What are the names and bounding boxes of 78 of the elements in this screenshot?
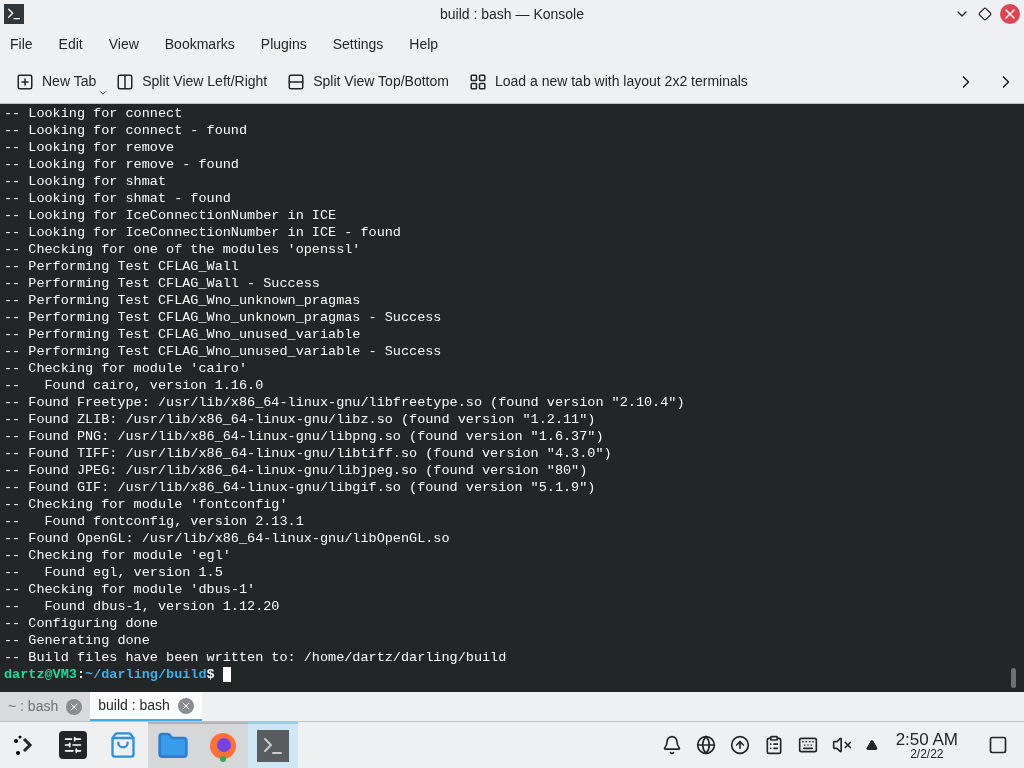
close-icon[interactable] bbox=[1000, 4, 1020, 24]
menu-item[interactable]: Settings bbox=[332, 33, 384, 55]
terminal-line: -- Found PNG: /usr/lib/x86_64-linux-gnu/libpng.so (found version "1.6.37") bbox=[4, 428, 605, 445]
clock-time: 2:50 AM bbox=[895, 730, 958, 748]
terminal-line: -- Found fontconfig, version 2.13.1 bbox=[4, 513, 305, 530]
terminal-line: -- Build files have been written to: /home/dartz/darling/build bbox=[4, 649, 508, 666]
terminal-line: -- Performing Test CFLAG_Wno_unused_variable - Success bbox=[4, 343, 443, 360]
terminal-line: -- Checking for module 'dbus-1' bbox=[4, 581, 257, 598]
menu-item[interactable]: Edit bbox=[58, 33, 83, 55]
terminal-line: -- Looking for connect bbox=[4, 105, 184, 122]
terminal-line: -- Found OpenGL: /usr/lib/x86_64-linux-gnu/libOpenGL.so bbox=[4, 530, 451, 547]
scrollbar-handle[interactable] bbox=[1011, 668, 1016, 688]
toolbar-button[interactable]: New Tab bbox=[16, 71, 97, 92]
prompt-separator: : bbox=[76, 666, 86, 683]
dropdown-icon bbox=[98, 88, 109, 98]
terminal-line: -- Found dbus-1, version 1.12.20 bbox=[4, 598, 281, 615]
keyboard-icon[interactable] bbox=[797, 735, 818, 755]
menu-item[interactable]: Plugins bbox=[260, 33, 307, 55]
terminal-line: -- Performing Test CFLAG_Wno_unused_variable bbox=[4, 326, 362, 343]
toolbar-icon bbox=[287, 72, 306, 91]
terminal-line: -- Performing Test CFLAG_Wall bbox=[4, 258, 240, 275]
terminal-line: -- Looking for shmat bbox=[4, 173, 168, 190]
sliders-icon bbox=[59, 731, 87, 759]
terminal-line: -- Generating done bbox=[4, 632, 151, 649]
terminal-icon bbox=[257, 730, 289, 762]
terminal-line: -- Found cairo, version 1.16.0 bbox=[4, 377, 265, 394]
terminal-line: -- Found JPEG: /usr/lib/x86_64-linux-gnu/libjpeg.so (found version "80") bbox=[4, 462, 589, 479]
expand-tray-icon[interactable] bbox=[865, 739, 878, 751]
terminal-line: -- Checking for module 'fontconfig' bbox=[4, 496, 289, 513]
terminal-line: -- Looking for connect - found bbox=[4, 122, 249, 139]
toolbar-button[interactable]: Split View Top/Bottom bbox=[287, 71, 449, 92]
toolbar-icon bbox=[468, 72, 487, 91]
terminal-line: -- Looking for shmat - found bbox=[4, 190, 232, 207]
menu-item[interactable]: View bbox=[108, 33, 139, 55]
window-title: build : bash — Konsole bbox=[440, 4, 584, 24]
terminal-line: -- Checking for module 'egl' bbox=[4, 547, 232, 564]
muted-speaker-icon[interactable] bbox=[831, 735, 852, 755]
fox-globe-icon bbox=[207, 730, 239, 762]
clock-date: 2/2/22 bbox=[910, 747, 944, 760]
close-tab-icon[interactable] bbox=[177, 697, 194, 714]
toolbar-icon bbox=[116, 72, 135, 91]
text-cursor bbox=[222, 667, 231, 682]
toolbar-button[interactable]: Load a new tab with layout 2x2 terminals bbox=[468, 71, 748, 92]
menu-item[interactable]: Help bbox=[409, 33, 439, 55]
terminal-pane[interactable] bbox=[0, 104, 1024, 692]
terminal-line: -- Looking for IceConnectionNumber in ICE bbox=[4, 207, 338, 224]
prompt-user-host: dartz@VM3 bbox=[4, 666, 77, 683]
close-tab-icon[interactable] bbox=[66, 698, 83, 715]
terminal-line: -- Checking for one of the modules 'openssl' bbox=[4, 241, 362, 258]
terminal-line: -- Performing Test CFLAG_Wno_unknown_pragmas bbox=[4, 292, 362, 309]
clock[interactable]: 2:50 AM 2/2/22 bbox=[891, 730, 962, 760]
terminal-line: -- Looking for remove bbox=[4, 139, 176, 156]
toolbar-icon bbox=[16, 72, 34, 91]
terminal-line: -- Found ZLIB: /usr/lib/x86_64-linux-gnu/libz.so (found version "1.2.11") bbox=[4, 411, 597, 428]
terminal-line: -- Looking for remove - found bbox=[4, 156, 240, 173]
terminal-line: -- Performing Test CFLAG_Wno_unknown_pragmas - Success bbox=[4, 309, 443, 326]
prompt-symbol: $ bbox=[206, 666, 215, 683]
menu-item[interactable]: File bbox=[10, 33, 33, 55]
bell-icon[interactable] bbox=[661, 735, 682, 755]
terminal-line: -- Found GIF: /usr/lib/x86_64-linux-gnu/libgif.so (found version "5.1.9") bbox=[4, 479, 597, 496]
bag-icon bbox=[109, 731, 137, 759]
terminal-tab[interactable]: build : bash bbox=[90, 692, 202, 721]
menu-item[interactable]: Bookmarks bbox=[164, 33, 235, 55]
prompt-path: ~/darling/build bbox=[85, 666, 207, 683]
app-icon bbox=[4, 4, 24, 24]
terminal-line: -- Configuring done bbox=[4, 615, 159, 632]
maximize-icon[interactable] bbox=[978, 7, 992, 21]
terminal-tab[interactable]: ~ : bash bbox=[0, 692, 91, 721]
terminal-line: -- Performing Test CFLAG_Wall - Success bbox=[4, 275, 321, 292]
toolbar-button[interactable]: Split View Left/Right bbox=[116, 71, 268, 92]
terminal-line: -- Checking for module 'cairo' bbox=[4, 360, 249, 377]
terminal-line: -- Looking for IceConnectionNumber in ICE - found bbox=[4, 224, 402, 241]
network-icon[interactable] bbox=[695, 735, 716, 755]
terminal-line: -- Found Freetype: /usr/lib/x86_64-linux-gnu/libfreetype.so (found version "2.10.4") bbox=[4, 394, 686, 411]
update-icon[interactable] bbox=[729, 735, 750, 755]
show-desktop-icon[interactable] bbox=[988, 735, 1008, 755]
terminal-line: -- Found egl, version 1.5 bbox=[4, 564, 224, 581]
terminal-line: -- Found TIFF: /usr/lib/x86_64-linux-gnu/libtiff.so (found version "4.3.0") bbox=[4, 445, 613, 462]
